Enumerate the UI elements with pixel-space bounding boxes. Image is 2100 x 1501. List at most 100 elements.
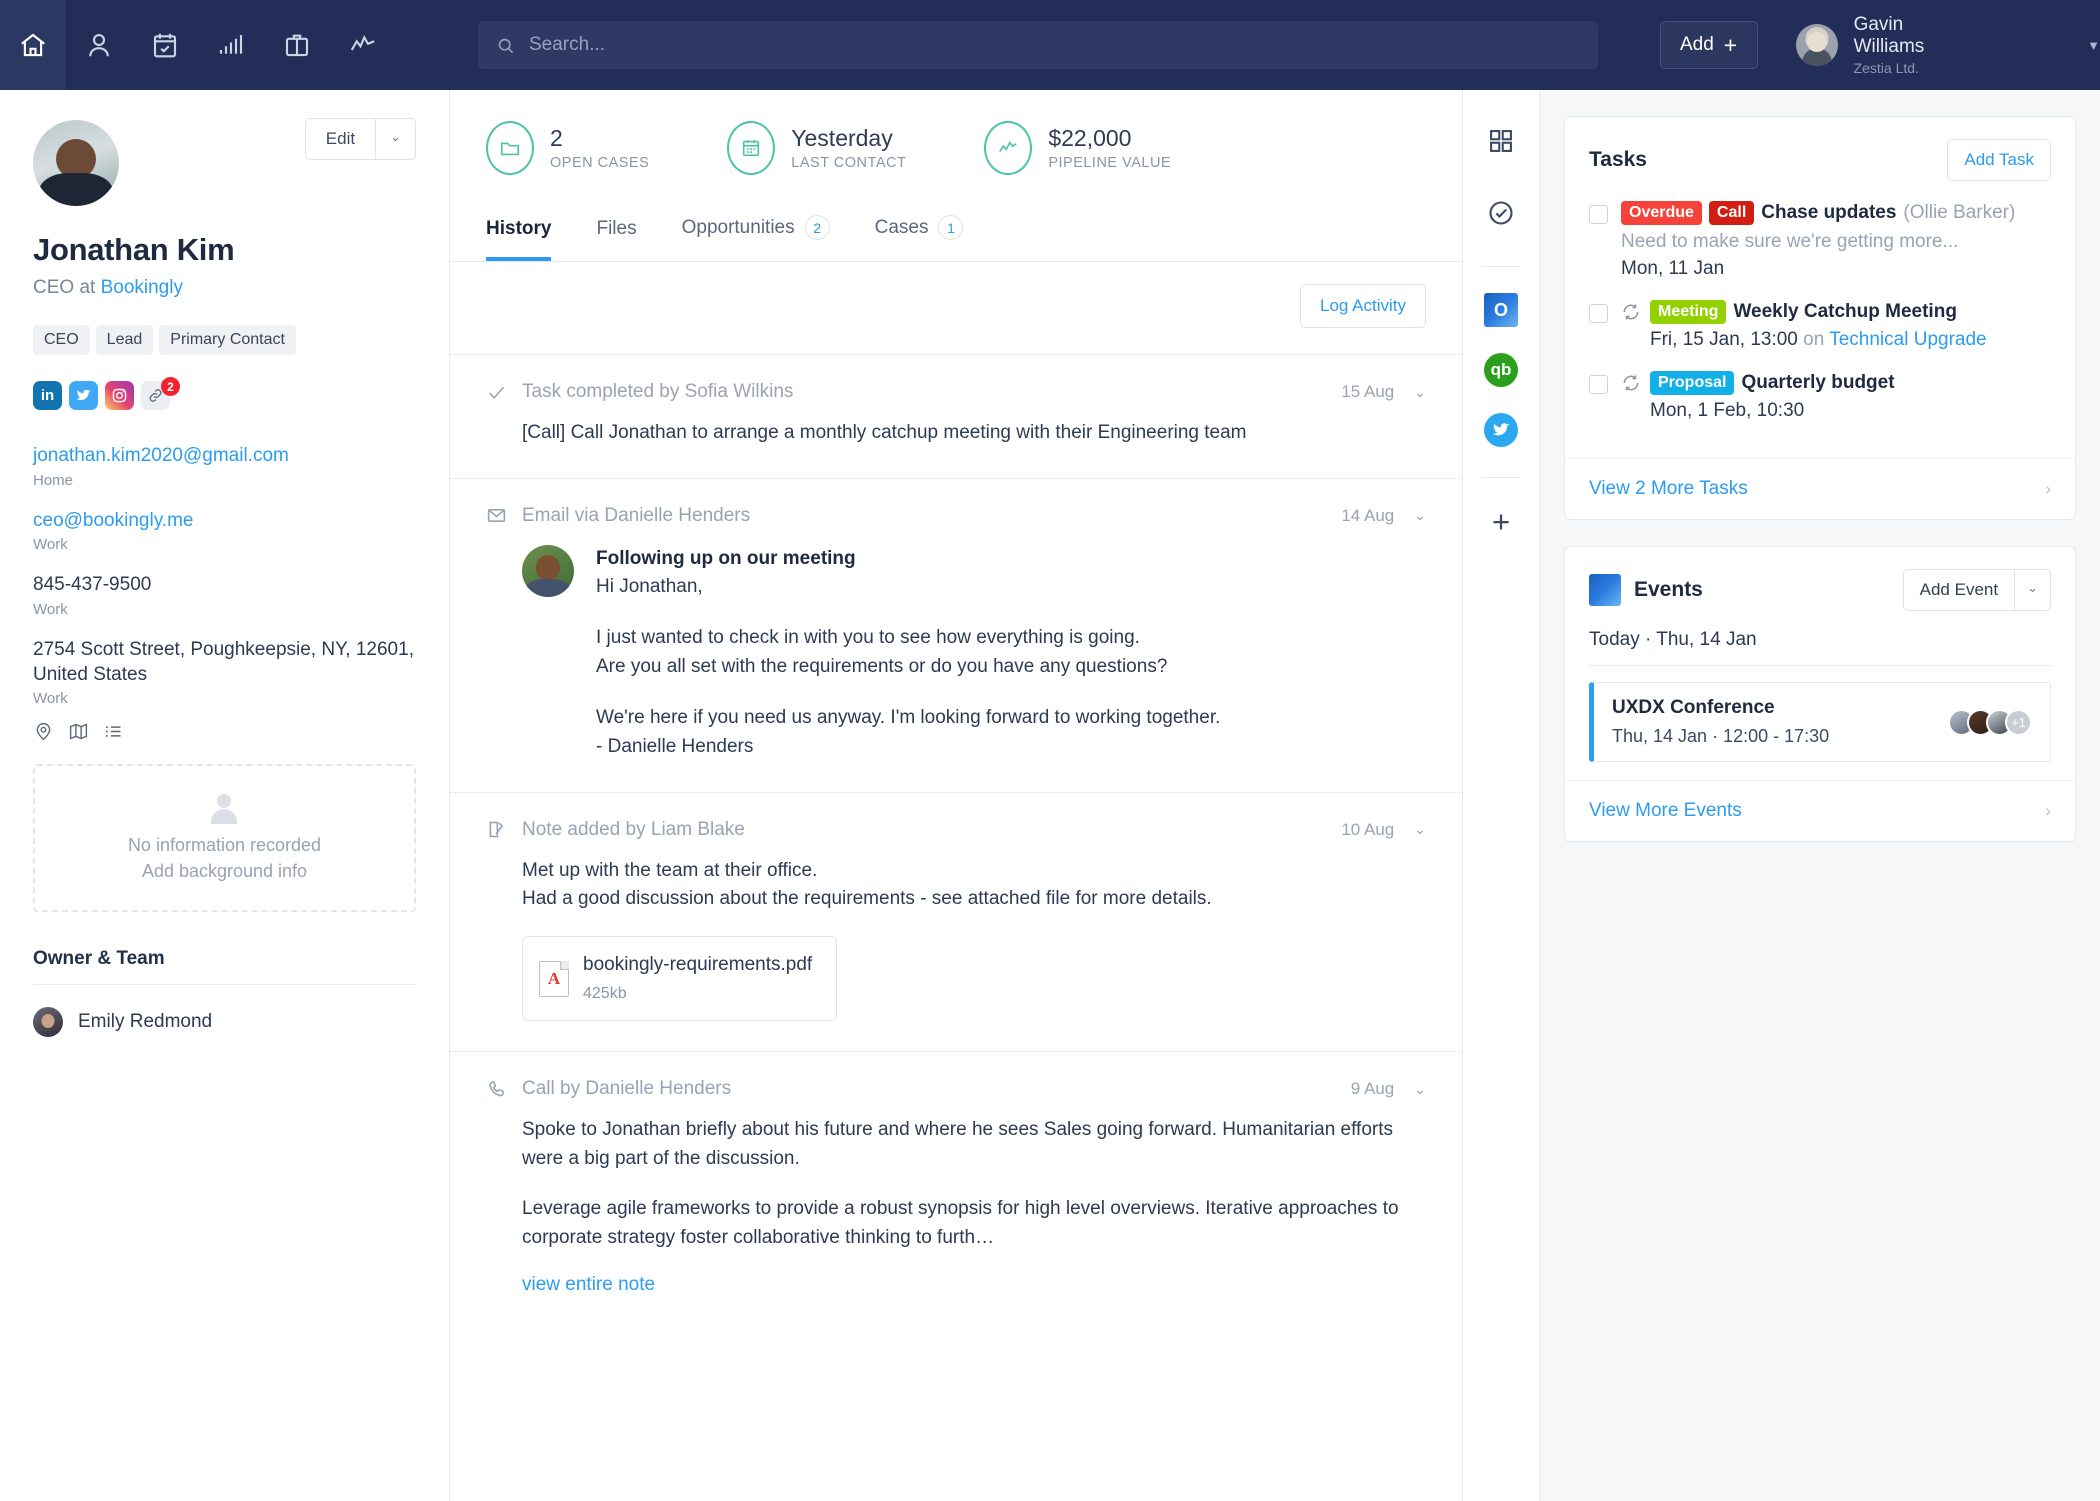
chevron-down-icon[interactable]: ⌄ xyxy=(1414,821,1426,838)
view-more-events-row[interactable]: View More Events › xyxy=(1565,780,2075,841)
tab-history[interactable]: History xyxy=(486,206,552,261)
outlook-icon[interactable]: O xyxy=(1484,293,1518,327)
twitter-icon[interactable] xyxy=(69,381,98,410)
task-due: Mon, 11 Jan xyxy=(1621,258,1725,279)
map-icon[interactable] xyxy=(68,721,89,742)
view-entire-note-link[interactable]: view entire note xyxy=(522,1274,1426,1296)
tab-opportunities-count: 2 xyxy=(804,215,830,240)
tab-opportunities[interactable]: Opportunities 2 xyxy=(682,203,830,261)
instagram-icon[interactable] xyxy=(105,381,134,410)
add-button[interactable]: Add + xyxy=(1659,21,1758,69)
attachment-card[interactable]: A bookingly-requirements.pdf 425kb xyxy=(522,935,838,1022)
tag-primary-contact[interactable]: Primary Contact xyxy=(159,325,296,355)
contact-role: CEO at Bookingly xyxy=(33,277,416,299)
activity-timeline: Task completed by Sofia Wilkins 15 Aug ⌄… xyxy=(450,354,1462,1501)
apps-grid-icon[interactable] xyxy=(1478,118,1524,164)
task-pill-overdue: Overdue xyxy=(1621,201,1702,225)
event-time: Thu, 14 Jan · 12:00 - 17:30 xyxy=(1612,726,1830,746)
contacts-icon[interactable] xyxy=(66,0,132,90)
email-sender-avatar xyxy=(522,544,574,597)
event-attendees[interactable]: +1 xyxy=(1948,708,2032,736)
tab-cases-count: 1 xyxy=(938,215,964,240)
more-links-icon[interactable]: 2 xyxy=(141,377,180,410)
check-icon xyxy=(486,382,512,403)
email-home-value[interactable]: jonathan.kim2020@gmail.com xyxy=(33,444,416,469)
note-line-1: Met up with the team at their office. xyxy=(522,859,818,881)
divider xyxy=(33,984,416,986)
stat-last-contact[interactable]: Yesterday LAST CONTACT xyxy=(727,121,906,175)
event-row[interactable]: UXDX Conference Thu, 14 Jan · 12:00 - 17… xyxy=(1589,682,2051,762)
list-icon[interactable] xyxy=(103,721,124,742)
contact-sidebar: Edit ⌄ Jonathan Kim CEO at Bookingly CEO… xyxy=(0,90,450,1501)
add-event-chevron-down-icon[interactable]: ⌄ xyxy=(2014,570,2050,610)
contact-info-list: jonathan.kim2020@gmail.com Home ceo@book… xyxy=(33,444,416,742)
view-more-tasks-row[interactable]: View 2 More Tasks › xyxy=(1565,458,2075,519)
view-more-events-link[interactable]: View More Events xyxy=(1589,800,2045,822)
background-info-empty-state[interactable]: No information recorded Add background i… xyxy=(33,764,416,913)
owner-team-header: Owner & Team xyxy=(33,948,165,970)
linkedin-icon[interactable]: in xyxy=(33,381,62,410)
task-name[interactable]: Quarterly budget xyxy=(1741,372,1894,394)
attendee-overflow-count: +1 xyxy=(2005,708,2032,736)
phone-icon xyxy=(486,1079,512,1100)
calendar-icon xyxy=(727,121,776,175)
chevron-down-icon[interactable]: ⌄ xyxy=(1414,384,1426,401)
tab-cases[interactable]: Cases 1 xyxy=(875,203,964,261)
tab-files[interactable]: Files xyxy=(596,206,636,261)
reports-icon[interactable] xyxy=(198,0,264,90)
task-name[interactable]: Weekly Catchup Meeting xyxy=(1733,301,1956,323)
log-activity-button[interactable]: Log Activity xyxy=(1300,284,1426,328)
owner-row[interactable]: Emily Redmond xyxy=(33,1007,416,1038)
add-event-button[interactable]: Add Event xyxy=(1904,570,2014,610)
stat-open-cases[interactable]: 2 OPEN CASES xyxy=(486,121,649,175)
add-task-button[interactable]: Add Task xyxy=(1947,139,2051,181)
plus-icon: + xyxy=(1723,31,1738,58)
contact-field-email-work: ceo@bookingly.me Work xyxy=(33,509,416,554)
contact-company-link[interactable]: Bookingly xyxy=(101,277,183,298)
chevron-right-icon: › xyxy=(2045,801,2051,820)
task-checkbox[interactable] xyxy=(1589,375,1608,394)
stat-pipeline-value-caption: PIPELINE VALUE xyxy=(1048,155,1172,172)
folder-icon xyxy=(486,121,534,175)
timeline-entry-header: Email via Danielle Henders 14 Aug ⌄ xyxy=(486,505,1426,527)
chevron-down-icon[interactable]: ▼ xyxy=(2087,38,2100,53)
user-menu[interactable]: Gavin Williams Zestia Ltd. xyxy=(1795,14,1980,76)
edit-dropdown-chevron-down-icon[interactable]: ⌄ xyxy=(375,119,415,159)
events-title: Events xyxy=(1634,578,1703,601)
search-input[interactable]: Search... xyxy=(478,21,1598,69)
twitter-icon[interactable] xyxy=(1484,413,1518,447)
calendar-tasks-icon[interactable] xyxy=(132,0,198,90)
nav-icon-group xyxy=(0,0,396,90)
opportunities-icon[interactable] xyxy=(264,0,330,90)
task-name[interactable]: Chase updates xyxy=(1761,202,1896,224)
edit-button[interactable]: Edit xyxy=(306,119,375,159)
record-main-panel: 2 OPEN CASES Yesterday LAST CONTACT $22,… xyxy=(450,90,1463,1501)
phone-work-value: 845-437-9500 xyxy=(33,574,152,596)
stat-pipeline-value[interactable]: $22,000 PIPELINE VALUE xyxy=(984,121,1171,175)
tag-lead[interactable]: Lead xyxy=(95,325,154,355)
stats-bar: 2 OPEN CASES Yesterday LAST CONTACT $22,… xyxy=(450,90,1462,203)
map-pin-icon[interactable] xyxy=(33,721,54,742)
timeline-entry-title: Note added by Liam Blake xyxy=(522,818,745,840)
home-icon[interactable] xyxy=(0,0,66,90)
activity-icon[interactable] xyxy=(330,0,396,90)
background-empty-line-2: Add background info xyxy=(141,861,308,882)
task-related-link[interactable]: Technical Upgrade xyxy=(1829,329,1986,350)
background-empty-line-1: No information recorded xyxy=(127,835,322,856)
email-work-value[interactable]: ceo@bookingly.me xyxy=(33,509,416,534)
view-more-tasks-link[interactable]: View 2 More Tasks xyxy=(1589,478,2045,500)
chevron-down-icon[interactable]: ⌄ xyxy=(1414,1081,1426,1098)
quickbooks-icon[interactable]: qb xyxy=(1484,353,1518,387)
tag-ceo[interactable]: CEO xyxy=(33,325,90,355)
task-checkbox[interactable] xyxy=(1589,205,1608,224)
recurring-icon xyxy=(1621,302,1641,327)
add-app-plus-icon[interactable]: + xyxy=(1492,504,1510,540)
timeline-entry-note: Note added by Liam Blake 10 Aug ⌄ Met up… xyxy=(450,791,1462,1052)
timeline-entry-header: Note added by Liam Blake 10 Aug ⌄ xyxy=(486,819,1426,841)
tasks-check-icon[interactable] xyxy=(1478,190,1524,236)
tasks-card: Tasks Add Task Overdue Call Chase update… xyxy=(1564,116,2076,520)
trend-icon xyxy=(984,121,1033,175)
task-checkbox[interactable] xyxy=(1589,304,1608,323)
chevron-down-icon[interactable]: ⌄ xyxy=(1414,507,1426,524)
task-pill-call: Call xyxy=(1708,201,1755,225)
